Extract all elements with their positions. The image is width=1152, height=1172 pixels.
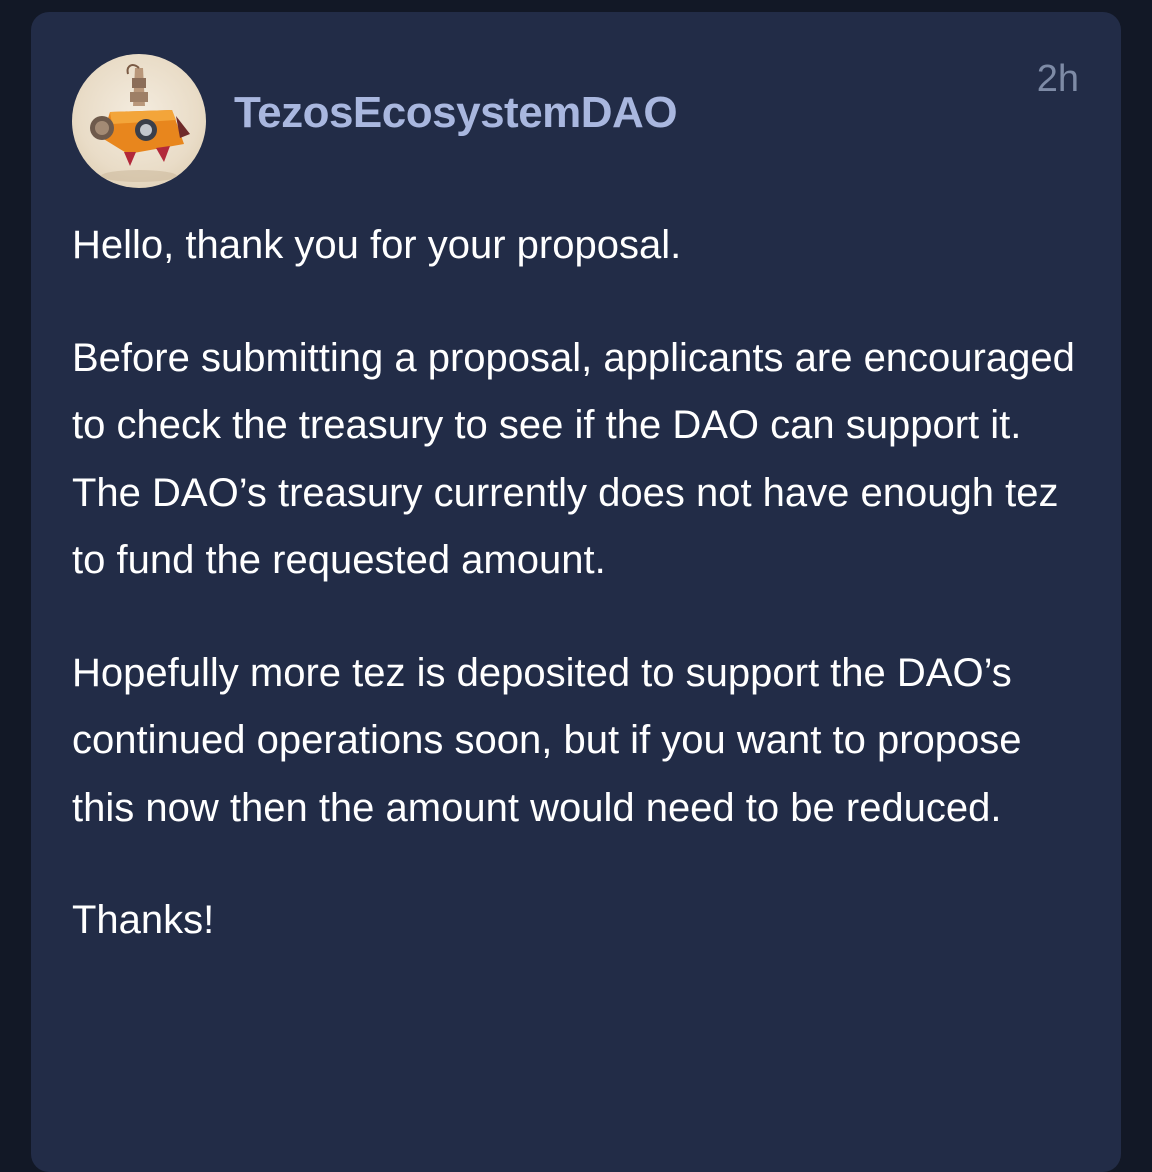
post-paragraph: Thanks! — [72, 898, 215, 942]
post-body: Hello, thank you for your proposal. Befo… — [72, 212, 1092, 1000]
post-paragraph: Hopefully more tez is deposited to suppo… — [72, 650, 1022, 830]
post-paragraph: Hello, thank you for your proposal. — [72, 223, 682, 267]
avatar[interactable] — [72, 54, 206, 188]
post-timestamp: 2h — [1036, 58, 1079, 100]
post-card: TezosEcosystemDAO 2h Hello, thank you fo… — [31, 12, 1121, 1172]
author-name[interactable]: TezosEcosystemDAO — [234, 88, 678, 138]
post-paragraph: Before submitting a proposal, applicants… — [72, 335, 1075, 583]
robot-rocket-avatar-icon — [90, 64, 190, 182]
